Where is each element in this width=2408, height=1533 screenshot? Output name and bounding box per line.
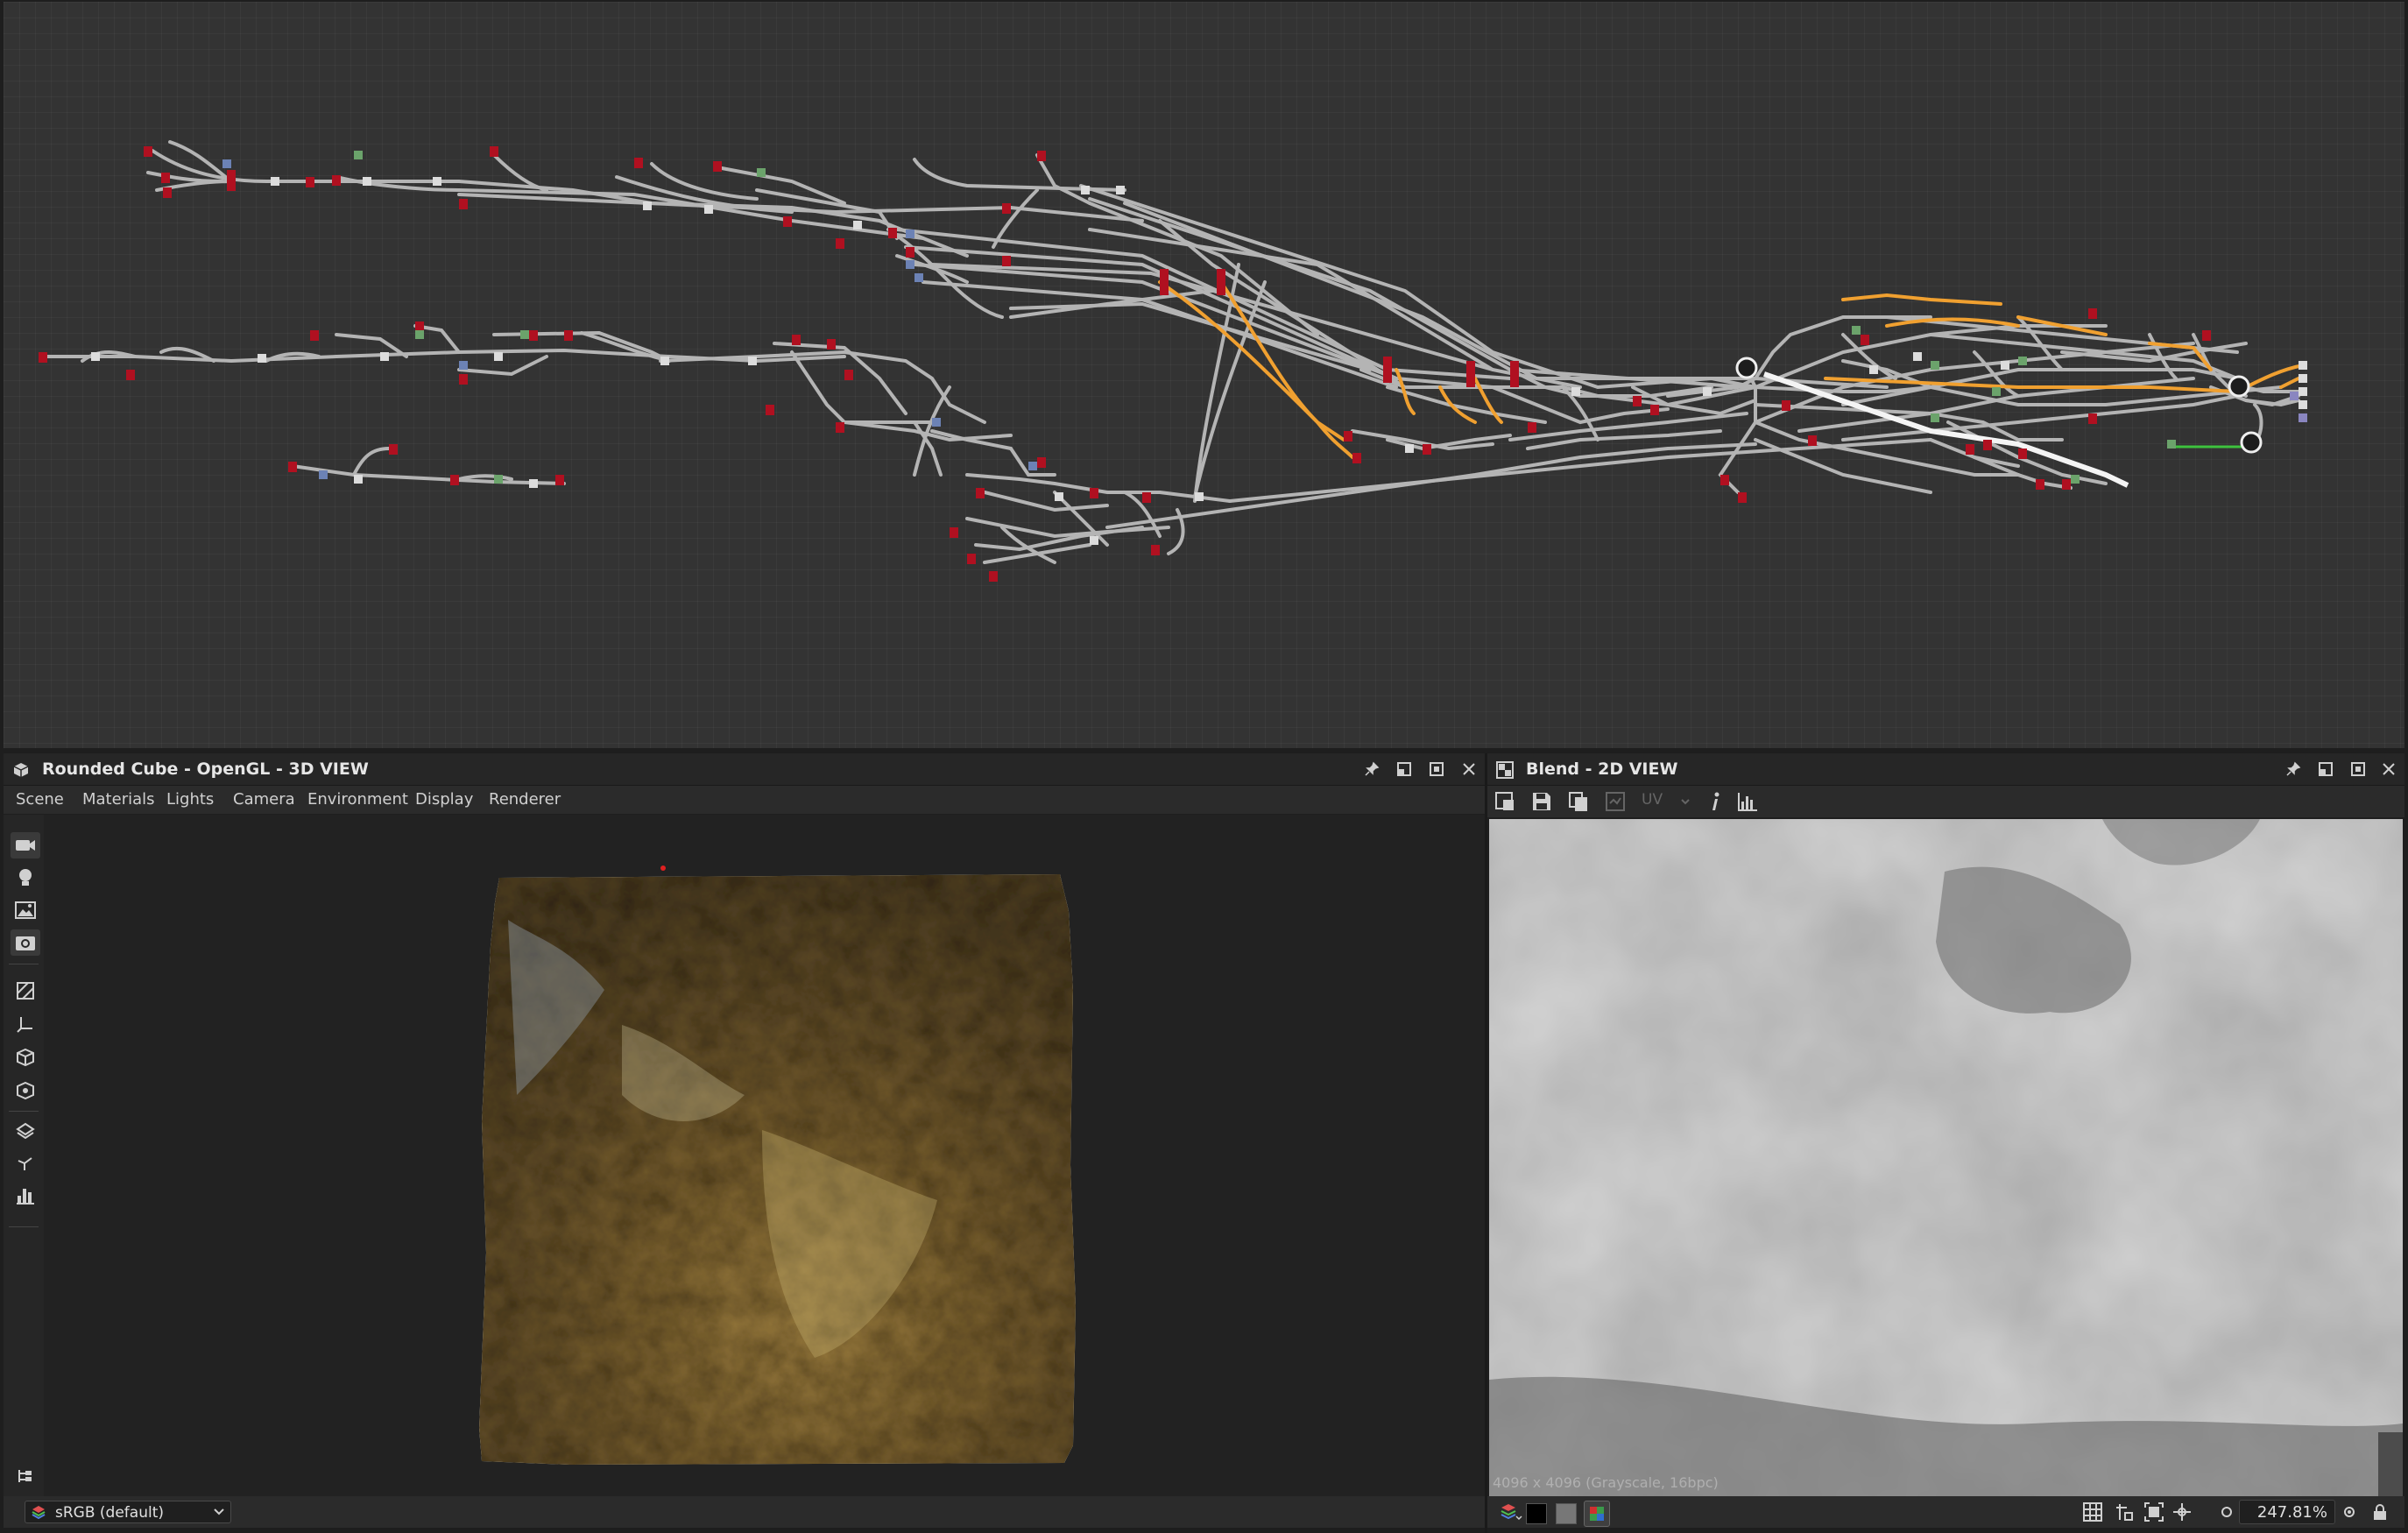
viewport3d-status-bar: sRGB (default) (4, 1496, 1485, 1528)
axis-icon[interactable] (11, 1011, 40, 1037)
menu-lights[interactable]: Lights (166, 790, 214, 809)
histogram-icon[interactable] (11, 1182, 40, 1208)
environment-icon[interactable] (11, 897, 40, 923)
menu-renderer[interactable]: Renderer (489, 790, 561, 809)
link-image-icon[interactable] (1605, 791, 1626, 816)
blend-texture-preview (1489, 819, 2403, 1496)
colorspace-value: sRGB (default) (55, 1504, 164, 1522)
close-icon[interactable] (1458, 759, 1479, 780)
zoom-level-field[interactable]: 247.81% (2239, 1500, 2335, 1524)
pixel-picker-icon[interactable] (2115, 1502, 2134, 1525)
checker-icon (1496, 761, 1514, 779)
grid-icon[interactable] (2083, 1502, 2102, 1525)
screenshot-icon[interactable] (11, 929, 40, 956)
fit-view-icon[interactable] (2144, 1502, 2164, 1525)
menu-environment[interactable]: Environment (307, 790, 408, 809)
pin-icon[interactable] (1361, 759, 1382, 780)
black-background-swatch[interactable] (1526, 1503, 1547, 1524)
view2d-canvas[interactable]: 4096 x 4096 (Grayscale, 16bpc) (1489, 819, 2403, 1496)
cube-solid-icon[interactable] (11, 1044, 40, 1070)
checker-background-swatch[interactable] (1584, 1501, 1610, 1527)
chevron-down-icon[interactable] (1680, 791, 1691, 816)
pin-icon[interactable] (2283, 759, 2304, 780)
divider (9, 1111, 39, 1112)
plane-icon[interactable] (11, 1117, 40, 1143)
histogram-icon[interactable] (1736, 791, 1759, 816)
node-graph-canvas[interactable] (4, 2, 2404, 748)
menu-display[interactable]: Display (415, 790, 473, 809)
info-icon[interactable] (1706, 791, 1724, 816)
layers-icon[interactable] (1500, 1502, 1522, 1525)
node-graph-wires (39, 140, 2307, 582)
viewport3d-title-bar: Rounded Cube - OpenGL - 3D VIEW (4, 753, 1485, 786)
layers-icon (31, 1504, 50, 1520)
float-panel-icon[interactable] (1394, 759, 1415, 780)
export-image-icon[interactable] (1494, 791, 1517, 816)
zoom-out-icon[interactable] (2220, 1505, 2234, 1522)
menu-camera[interactable]: Camera (233, 790, 295, 809)
light-marker (660, 865, 666, 871)
viewport3d-toolbar (4, 815, 44, 1496)
zoom-in-icon[interactable] (2342, 1505, 2356, 1522)
cube-wire-icon[interactable] (11, 1077, 40, 1104)
view2d-toolbar: UV (1487, 786, 2404, 817)
menu-scene[interactable]: Scene (16, 790, 64, 809)
float-panel-icon[interactable] (2315, 759, 2336, 780)
view2d-title: Blend - 2D VIEW (1526, 759, 1678, 779)
gray-background-swatch[interactable] (1556, 1503, 1577, 1524)
panel-splitter[interactable] (1485, 753, 1487, 1533)
center-view-icon[interactable] (2172, 1502, 2192, 1525)
colored-port-group (222, 151, 2307, 484)
tree-icon[interactable] (11, 1463, 40, 1489)
maximize-icon[interactable] (2348, 759, 2369, 780)
view2d-status-bar: 247.81% (1487, 1496, 2404, 1528)
close-icon[interactable] (2378, 759, 2399, 780)
uv-grid-icon[interactable] (11, 978, 40, 1004)
viewport3d-canvas[interactable] (44, 815, 1485, 1496)
rounded-cube-render (479, 865, 1076, 1465)
menu-materials[interactable]: Materials (82, 790, 155, 809)
copy-icon[interactable] (1568, 791, 1589, 816)
lock-icon[interactable] (2372, 1503, 2388, 1524)
colorspace-select[interactable]: sRGB (default) (25, 1501, 231, 1523)
camera-icon[interactable] (11, 832, 40, 858)
view2d-title-bar: Blend - 2D VIEW (1487, 753, 2404, 786)
save-icon[interactable] (1531, 791, 1552, 816)
viewport3d-title: Rounded Cube - OpenGL - 3D VIEW (42, 759, 369, 779)
gizmo-icon[interactable] (11, 1149, 40, 1176)
divider (9, 1226, 39, 1227)
viewport3d-menu-bar: Scene Materials Lights Camera Environmen… (4, 786, 1485, 814)
chevron-down-icon (213, 1501, 225, 1529)
uv-toggle[interactable]: UV (1642, 791, 1663, 809)
image-info: 4096 x 4096 (Grayscale, 16bpc) (1493, 1474, 1719, 1491)
light-bulb-icon[interactable] (11, 865, 40, 891)
maximize-icon[interactable] (1426, 759, 1447, 780)
cube-icon (12, 761, 30, 779)
